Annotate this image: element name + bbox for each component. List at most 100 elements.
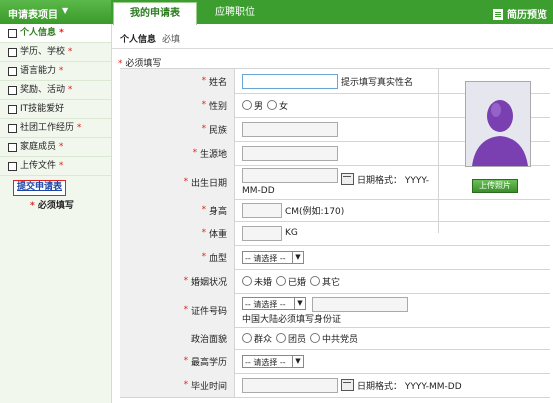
chevron-down-icon: ▼ bbox=[294, 298, 305, 309]
birth-date-hint: 日期格式： YYYY- bbox=[357, 176, 430, 186]
blood-type-select[interactable]: -- 请选择 -- ▼ bbox=[242, 250, 304, 264]
marital-married-label: 已婚 bbox=[288, 277, 307, 288]
gender-male-label: 男 bbox=[254, 101, 264, 112]
menu-dropdown[interactable]: 申请表项目 ▼ bbox=[0, 0, 111, 24]
required-note-label: 必须填写 bbox=[37, 201, 74, 211]
sidebar-item-label: 学历、学校 bbox=[20, 47, 66, 57]
section-title: 个人信息 bbox=[120, 35, 157, 45]
required-mark: * bbox=[67, 47, 73, 57]
gender-female-radio[interactable] bbox=[267, 100, 278, 110]
row-blood-type: * 血型 -- 请选择 -- ▼ bbox=[120, 245, 550, 270]
graduation-label: * 毕业时间 bbox=[120, 373, 235, 397]
required-mark: * bbox=[67, 85, 73, 95]
checkbox-icon bbox=[8, 143, 17, 152]
top-bar: 申请表项目 ▼ 我的申请表 应聘职位 简历预览 bbox=[0, 0, 553, 25]
gender-label: * 性别 bbox=[120, 93, 235, 117]
upload-photo-button[interactable]: 上传照片 bbox=[472, 179, 518, 193]
political-masses-radio[interactable] bbox=[242, 333, 252, 343]
tab-positions[interactable]: 应聘职位 bbox=[200, 2, 270, 24]
required-mark: * bbox=[58, 161, 64, 171]
marital-label: * 婚姻状况 bbox=[120, 269, 235, 293]
marital-other-label: 其它 bbox=[322, 277, 341, 288]
tab-my-application[interactable]: 我的申请表 bbox=[113, 2, 197, 25]
ethnicity-input[interactable] bbox=[242, 121, 338, 137]
row-education: * 最高学历 -- 请选择 -- ▼ bbox=[120, 349, 550, 374]
checkbox-icon bbox=[8, 48, 17, 57]
graduation-date-hint: 日期格式： YYYY-MM-DD bbox=[357, 381, 462, 392]
id-note: 中国大陆必须填写身份证 bbox=[242, 315, 342, 325]
education-select[interactable]: -- 请选择 -- ▼ bbox=[242, 354, 304, 368]
calendar-icon[interactable] bbox=[341, 379, 354, 391]
checkbox-icon bbox=[8, 67, 17, 76]
sidebar-item-language[interactable]: 语言能力 * bbox=[0, 62, 111, 81]
name-label: * 姓名 bbox=[120, 69, 235, 93]
chevron-down-icon: ▼ bbox=[62, 6, 69, 15]
required-note: * 必须填写 bbox=[30, 201, 74, 211]
sidebar-item-personal-info[interactable]: 个人信息 * bbox=[0, 24, 111, 43]
chevron-down-icon: ▼ bbox=[292, 251, 303, 263]
id-type-select[interactable]: -- 请选择 -- ▼ bbox=[242, 297, 306, 310]
height-unit: CM(例如:170) bbox=[285, 206, 345, 217]
education-label: * 最高学历 bbox=[120, 349, 235, 373]
sidebar-item-upload[interactable]: 上传文件 * bbox=[0, 157, 111, 176]
sidebar-item-label: 奖励、活动 bbox=[20, 85, 66, 95]
name-hint: 提示填写真实性名 bbox=[341, 77, 414, 88]
menu-title: 申请表项目 bbox=[8, 10, 58, 21]
row-id-number: * 证件号码 -- 请选择 -- ▼ 中国大陆必须填写身份证 bbox=[120, 293, 550, 328]
checkbox-icon bbox=[8, 29, 17, 38]
weight-label: * 体重 bbox=[120, 221, 235, 245]
required-mark: * bbox=[76, 123, 82, 133]
sidebar-item-label: 个人信息 bbox=[20, 28, 57, 38]
marital-married-radio[interactable] bbox=[276, 276, 287, 286]
sidebar-item-label: 上传文件 bbox=[20, 161, 57, 171]
marital-single-label: 未婚 bbox=[254, 277, 273, 288]
political-masses-label: 群众 bbox=[254, 334, 273, 345]
marital-other-radio[interactable] bbox=[310, 276, 321, 286]
sidebar-item-family[interactable]: 家庭成员 * bbox=[0, 138, 111, 157]
sidebar: 个人信息 * 学历、学校 * 语言能力 * 奖励、活动 * IT技能爱好 社团工… bbox=[0, 24, 112, 403]
marital-single-radio[interactable] bbox=[242, 276, 252, 286]
birth-date-hint-cont: MM-DD bbox=[242, 186, 275, 196]
gender-male-radio[interactable] bbox=[242, 100, 252, 110]
sidebar-item-label: 家庭成员 bbox=[20, 142, 57, 152]
height-input[interactable] bbox=[242, 202, 282, 218]
political-label: 政治面貌 bbox=[120, 327, 235, 349]
birth-date-input[interactable] bbox=[242, 168, 338, 183]
checkbox-icon bbox=[8, 162, 17, 171]
sidebar-item-it-skills[interactable]: IT技能爱好 bbox=[0, 100, 111, 119]
blood-label: * 血型 bbox=[120, 245, 235, 269]
sidebar-item-awards[interactable]: 奖励、活动 * bbox=[0, 81, 111, 100]
chevron-down-icon: ▼ bbox=[292, 355, 303, 367]
sidebar-item-education[interactable]: 学历、学校 * bbox=[0, 43, 111, 62]
height-label: * 身高 bbox=[120, 199, 235, 221]
checkbox-icon bbox=[8, 86, 17, 95]
name-input[interactable] bbox=[242, 73, 338, 89]
political-league-label: 团员 bbox=[288, 334, 307, 345]
avatar-icon bbox=[466, 82, 530, 166]
birth-label: * 出生日期 bbox=[120, 165, 235, 199]
required-mark: * bbox=[59, 28, 64, 38]
graduation-date-input[interactable] bbox=[242, 377, 338, 393]
row-graduation: * 毕业时间 日期格式： YYYY-MM-DD bbox=[120, 373, 550, 398]
main-content: 个人信息 必填 * 必须填写 * 姓名 提示填写真实性名 * 性别 男 女 * … bbox=[112, 24, 553, 403]
row-marital: * 婚姻状况 未婚 已婚 其它 bbox=[120, 269, 550, 294]
submit-application-link[interactable]: 提交申请表 bbox=[13, 180, 66, 196]
resume-preview-button[interactable]: 简历预览 bbox=[493, 6, 547, 21]
political-party-radio[interactable] bbox=[310, 333, 321, 343]
section-subtitle: 必填 bbox=[162, 35, 181, 45]
political-party-label: 中共党员 bbox=[322, 334, 359, 345]
id-label: * 证件号码 bbox=[120, 293, 235, 327]
personal-info-form: * 姓名 提示填写真实性名 * 性别 男 女 * 民族 * 生源地 * 出生日期… bbox=[120, 68, 550, 398]
sidebar-item-club-experience[interactable]: 社团工作经历 * bbox=[0, 119, 111, 138]
required-mark: * bbox=[58, 142, 64, 152]
weight-input[interactable] bbox=[242, 225, 282, 241]
divider bbox=[112, 48, 553, 49]
ethnicity-label: * 民族 bbox=[120, 117, 235, 141]
sidebar-item-label: 语言能力 bbox=[20, 66, 57, 76]
gender-female-label: 女 bbox=[279, 101, 289, 112]
political-league-radio[interactable] bbox=[276, 333, 287, 343]
id-number-input[interactable] bbox=[311, 297, 408, 312]
weight-unit: KG bbox=[285, 228, 298, 238]
origin-input[interactable] bbox=[242, 145, 338, 161]
calendar-icon[interactable] bbox=[341, 173, 354, 185]
